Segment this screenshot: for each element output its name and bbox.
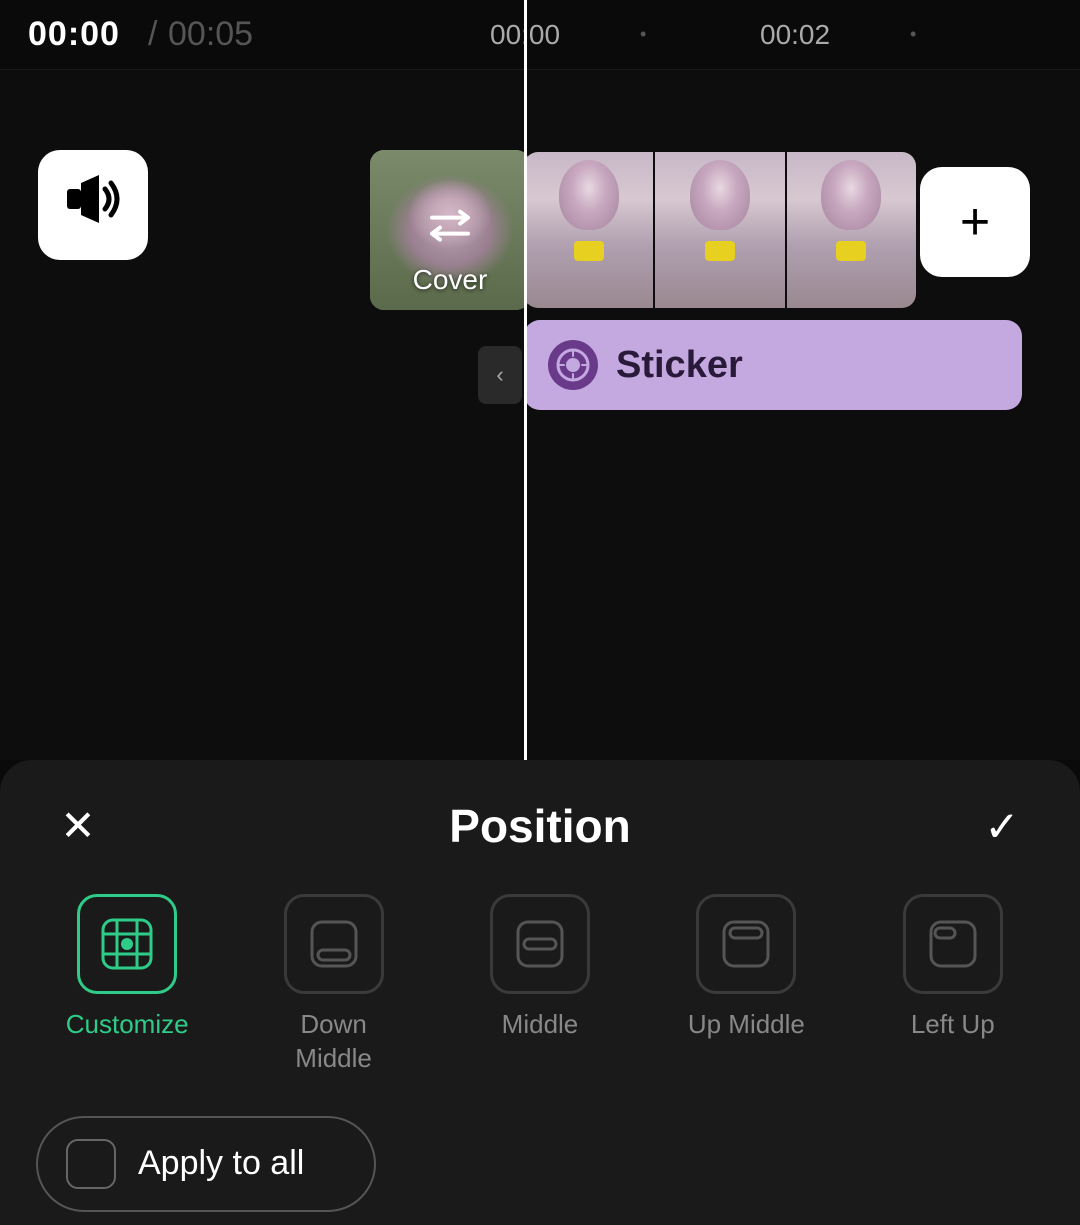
checkmark-icon: ✓ — [984, 802, 1019, 851]
video-frame-1 — [524, 152, 653, 308]
sticker-track[interactable]: Sticker — [524, 320, 1022, 410]
up-middle-label: Up Middle — [688, 1008, 805, 1042]
audio-icon — [63, 173, 123, 237]
add-button[interactable]: + — [920, 167, 1030, 277]
video-frame-3 — [787, 152, 916, 308]
video-strip[interactable] — [524, 152, 916, 308]
middle-icon — [490, 894, 590, 994]
position-header: ✕ Position ✓ — [0, 760, 1080, 884]
total-time: 00:05 — [168, 15, 253, 54]
plus-icon: + — [960, 196, 990, 248]
down-middle-label: DownMiddle — [295, 1008, 372, 1076]
customize-icon — [77, 894, 177, 994]
apply-all-button[interactable]: Apply to all — [36, 1116, 376, 1212]
position-option-down-middle[interactable]: DownMiddle — [254, 894, 414, 1076]
collapse-button[interactable]: ‹ — [478, 346, 522, 404]
position-options: Customize DownMiddle Middle — [0, 884, 1080, 1106]
chevron-left-icon: ‹ — [496, 362, 503, 388]
right-time: 00:02 — [760, 19, 830, 51]
up-middle-icon — [696, 894, 796, 994]
apply-all-checkbox — [66, 1139, 116, 1189]
cover-thumbnail[interactable]: Cover — [370, 150, 530, 310]
playhead[interactable] — [524, 0, 527, 760]
close-icon: ✕ — [60, 805, 95, 847]
video-frame-2 — [655, 152, 784, 308]
confirm-button[interactable]: ✓ — [972, 796, 1032, 856]
position-option-middle[interactable]: Middle — [460, 894, 620, 1042]
timeline-area: 00:00 / 00:05 00:00 • 00:02 • — [0, 0, 1080, 760]
close-button[interactable]: ✕ — [48, 796, 108, 856]
cover-label: Cover — [413, 264, 488, 296]
time-dot1: • — [640, 24, 646, 45]
left-up-icon — [903, 894, 1003, 994]
apply-all-label: Apply to all — [138, 1144, 304, 1183]
time-dot2: • — [910, 24, 916, 45]
position-title: Position — [449, 799, 630, 853]
time-separator: / — [148, 15, 157, 54]
middle-label: Middle — [502, 1008, 579, 1042]
swap-icon — [428, 204, 472, 248]
position-option-customize[interactable]: Customize — [47, 894, 207, 1042]
customize-label: Customize — [66, 1008, 189, 1042]
current-time: 00:00 — [28, 15, 120, 54]
position-option-up-middle[interactable]: Up Middle — [666, 894, 826, 1042]
position-panel: ✕ Position ✓ Customize — [0, 760, 1080, 1225]
down-middle-icon — [284, 894, 384, 994]
position-option-left-up[interactable]: Left Up — [873, 894, 1033, 1042]
time-ruler: 00:00 / 00:05 00:00 • 00:02 • — [0, 0, 1080, 70]
sticker-label: Sticker — [616, 344, 743, 387]
left-up-label: Left Up — [911, 1008, 995, 1042]
audio-button[interactable] — [38, 150, 148, 260]
sticker-icon — [548, 340, 598, 390]
